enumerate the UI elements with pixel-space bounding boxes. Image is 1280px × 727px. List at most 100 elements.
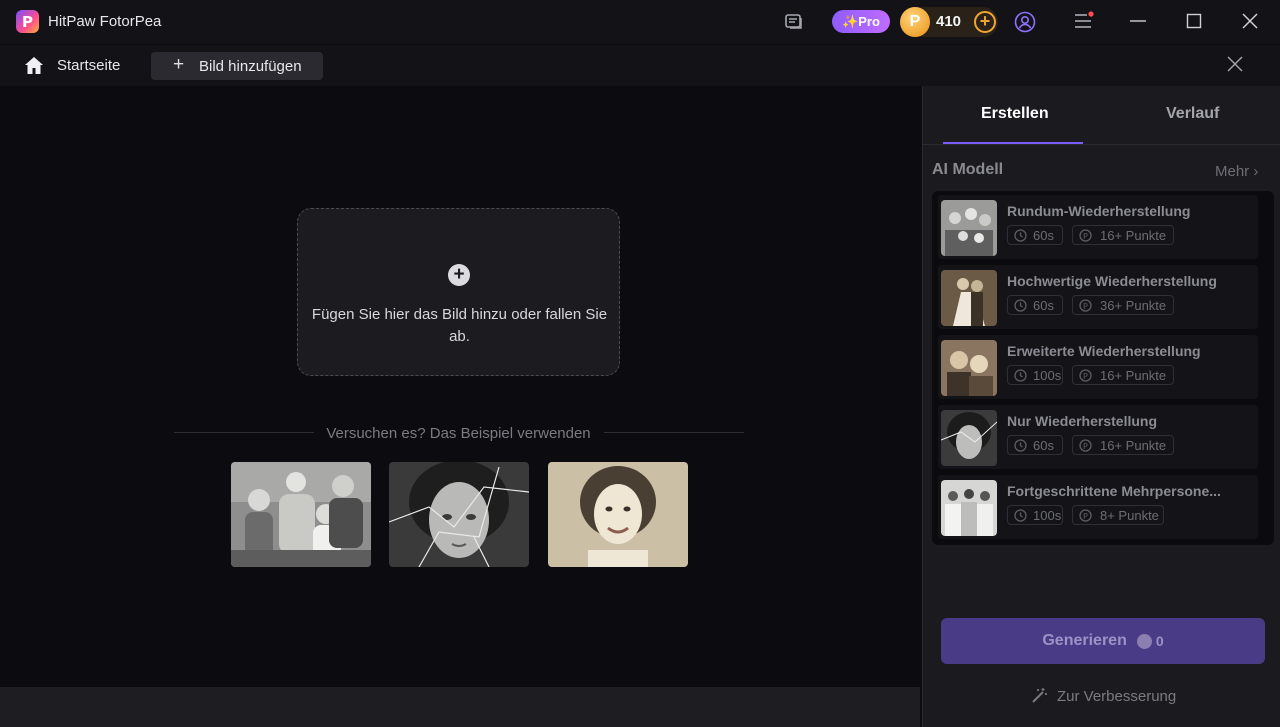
example-image-family[interactable] (231, 462, 371, 567)
user-icon[interactable] (1014, 11, 1036, 33)
coin-icon (1136, 633, 1152, 649)
coin-outline-icon: P (1079, 298, 1092, 312)
model-thumbnail (941, 270, 997, 326)
points-pill: P 36+ Punkte (1072, 295, 1174, 315)
model-thumbnail (941, 410, 997, 466)
add-image-label: Bild hinzufügen (199, 58, 302, 75)
divider-line (604, 432, 744, 433)
svg-text:P: P (1083, 302, 1088, 311)
coin-outline-icon: P (1079, 508, 1092, 522)
close-workspace-icon[interactable] (1226, 55, 1244, 78)
model-thumbnail (941, 480, 997, 536)
app-title: HitPaw FotorPea (48, 13, 162, 30)
points-value: 16+ Punkte (1100, 437, 1167, 453)
coin-icon: P (900, 7, 930, 37)
examples-label: Versuchen es? Das Beispiel verwenden (326, 425, 591, 442)
time-value: 60s (1033, 227, 1054, 243)
points-value: 410 (936, 13, 962, 30)
model-list: Rundum-Wiederherstellung 60s P 16+ Punkte… (932, 191, 1274, 545)
time-pill: 100s (1007, 505, 1063, 525)
app-logo-icon: P (16, 10, 39, 33)
model-card[interactable]: Erweiterte Wiederherstellung 100s P 16+ P… (938, 335, 1258, 399)
svg-text:P: P (1083, 232, 1088, 241)
feedback-icon[interactable] (784, 11, 804, 31)
add-image-button[interactable]: + Bild hinzufügen (151, 52, 323, 80)
points-value: 16+ Punkte (1100, 367, 1167, 383)
time-pill: 60s (1007, 295, 1063, 315)
model-name: Hochwertige Wiederherstellung (1007, 273, 1217, 289)
points-balance[interactable]: P 410 + (900, 7, 998, 37)
points-pill: P 8+ Punkte (1072, 505, 1164, 525)
coin-outline-icon: P (1079, 368, 1092, 382)
image-dropzone[interactable]: + Fügen Sie hier das Bild hinzu oder fal… (297, 208, 620, 376)
model-thumbnail (941, 340, 997, 396)
time-value: 100s (1033, 507, 1062, 523)
title-bar: P HitPaw FotorPea ✨Pro P 410 + (0, 0, 1280, 44)
generate-button[interactable]: Generieren 0 (941, 618, 1265, 664)
app-logo-letter: P (22, 12, 33, 31)
close-icon[interactable] (1242, 13, 1258, 29)
add-circle-icon: + (448, 264, 470, 286)
chevron-right-icon: › (1253, 163, 1259, 180)
points-pill: P 16+ Punkte (1072, 225, 1174, 245)
points-pill: P 16+ Punkte (1072, 365, 1174, 385)
model-name: Fortgeschrittene Mehrpersone... (1007, 483, 1221, 499)
points-pill: P 16+ Punkte (1072, 435, 1174, 455)
time-value: 60s (1033, 437, 1054, 453)
clock-icon (1014, 508, 1027, 522)
ai-model-heading: AI Modell (932, 161, 1004, 178)
nav-bar: Startseite + Bild hinzufügen (0, 44, 1280, 86)
more-link[interactable]: Mehr › (1215, 163, 1258, 180)
model-name: Erweiterte Wiederherstellung (1007, 343, 1201, 359)
coin-outline-icon: P (1079, 438, 1092, 452)
time-pill: 60s (1007, 435, 1063, 455)
model-card[interactable]: Fortgeschrittene Mehrpersone... 100s P 8+… (938, 475, 1258, 539)
magic-wand-icon (1032, 688, 1047, 703)
points-value: 16+ Punkte (1100, 227, 1167, 243)
right-panel: Erstellen Verlauf AI Modell Mehr › Rundu… (922, 86, 1280, 727)
status-strip (0, 687, 920, 727)
points-value: 36+ Punkte (1100, 297, 1167, 313)
model-name: Rundum-Wiederherstellung (1007, 203, 1191, 219)
time-value: 60s (1033, 297, 1054, 313)
time-pill: 100s (1007, 365, 1063, 385)
clock-icon (1014, 298, 1027, 312)
clock-icon (1014, 228, 1027, 242)
model-thumbnail (941, 200, 997, 256)
example-image-portrait-cracked[interactable] (389, 462, 529, 567)
time-pill: 60s (1007, 225, 1063, 245)
improve-link[interactable]: Zur Verbesserung (1030, 687, 1176, 705)
plus-icon: + (173, 54, 185, 75)
time-value: 100s (1033, 367, 1062, 383)
tab-verlauf[interactable]: Verlauf (1166, 105, 1219, 123)
generate-cost: 0 (1155, 633, 1164, 649)
home-icon[interactable] (24, 56, 44, 80)
add-coin-icon[interactable]: + (974, 11, 996, 33)
tab-divider (923, 144, 1280, 145)
model-card[interactable]: Hochwertige Wiederherstellung 60s P 36+ P… (938, 265, 1258, 329)
improve-label: Zur Verbesserung (1057, 687, 1177, 705)
divider-line (174, 432, 314, 433)
minimize-icon[interactable] (1129, 13, 1147, 29)
dropzone-text: Fügen Sie hier das Bild hinzu oder falle… (311, 306, 608, 345)
points-value: 8+ Punkte (1100, 507, 1159, 523)
more-label: Mehr (1215, 163, 1250, 180)
svg-text:P: P (1083, 442, 1088, 451)
generate-label: Generieren (1042, 632, 1127, 649)
model-card[interactable]: Nur Wiederherstellung 60s P 16+ Punkte (938, 405, 1258, 469)
clock-icon (1014, 438, 1027, 452)
tab-erstellen[interactable]: Erstellen (981, 105, 1049, 123)
model-card[interactable]: Rundum-Wiederherstellung 60s P 16+ Punkte (938, 195, 1258, 259)
menu-icon[interactable] (1073, 11, 1095, 31)
model-name: Nur Wiederherstellung (1007, 413, 1158, 429)
svg-text:P: P (1083, 512, 1088, 521)
example-image-smiling-woman[interactable] (548, 462, 688, 567)
workspace: + Fügen Sie hier das Bild hinzu oder fal… (0, 86, 920, 687)
svg-text:P: P (1083, 372, 1088, 381)
coin-outline-icon: P (1079, 228, 1092, 242)
active-tab-indicator (943, 142, 1083, 144)
maximize-icon[interactable] (1186, 13, 1202, 29)
pro-badge[interactable]: ✨Pro (832, 10, 890, 33)
home-link[interactable]: Startseite (57, 57, 120, 74)
clock-icon (1014, 368, 1027, 382)
